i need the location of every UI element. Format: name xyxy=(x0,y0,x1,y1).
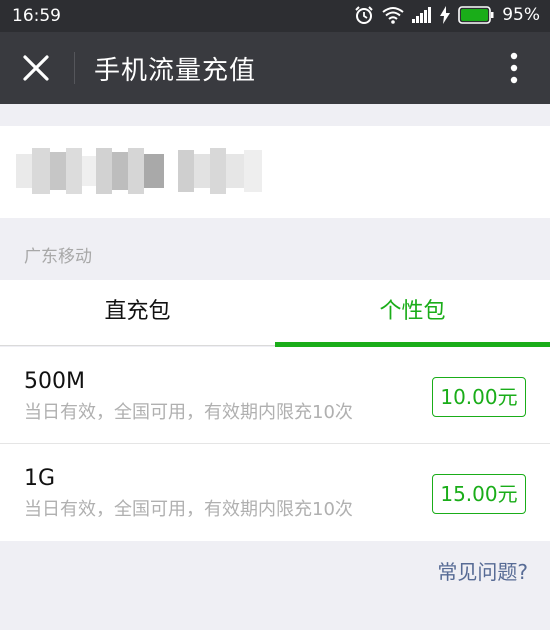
package-name: 500M xyxy=(24,369,85,394)
blurred-phone-number-2 xyxy=(178,148,262,194)
list-item[interactable]: 500M 当日有效，全国可用，有效期内限充10次 10.00元 xyxy=(0,347,550,444)
wifi-icon xyxy=(382,7,404,24)
package-name: 1G xyxy=(24,466,56,491)
tab-label: 个性包 xyxy=(379,299,446,324)
phone-number-card[interactable] xyxy=(0,126,550,218)
battery-icon xyxy=(458,6,494,24)
charging-icon xyxy=(440,6,451,24)
page-title: 手机流量充值 xyxy=(94,56,257,86)
faq-link[interactable]: 常见问题? xyxy=(437,556,528,585)
status-time: 16:59 xyxy=(12,6,61,26)
alarm-icon xyxy=(355,6,373,24)
price-button[interactable]: 10.00元 xyxy=(432,377,526,417)
signal-icon xyxy=(412,7,432,23)
tab-label: 直充包 xyxy=(104,299,171,324)
list-item[interactable]: 1G 当日有效，全国可用，有效期内限充10次 15.00元 xyxy=(0,444,550,541)
price-button[interactable]: 15.00元 xyxy=(432,474,526,514)
more-vertical-icon[interactable] xyxy=(500,50,528,86)
title-bar: 手机流量充值 xyxy=(0,32,550,104)
battery-percent: 95% xyxy=(502,5,540,25)
tab-custom-package[interactable]: 个性包 xyxy=(275,280,550,347)
tab-direct-package[interactable]: 直充包 xyxy=(0,280,275,346)
carrier-label: 广东移动 xyxy=(24,247,92,267)
package-list: 500M 当日有效，全国可用，有效期内限充10次 10.00元 1G 当日有效，… xyxy=(0,347,550,541)
package-description: 当日有效，全国可用，有效期内限充10次 xyxy=(24,402,353,423)
package-description: 当日有效，全国可用，有效期内限充10次 xyxy=(24,499,353,520)
close-icon[interactable] xyxy=(20,52,52,84)
status-icons: 95% xyxy=(354,5,540,25)
blurred-phone-number xyxy=(16,148,164,194)
package-tabs: 直充包 个性包 xyxy=(0,280,550,347)
title-divider xyxy=(74,52,75,84)
status-bar: 16:59 95% xyxy=(0,0,550,32)
